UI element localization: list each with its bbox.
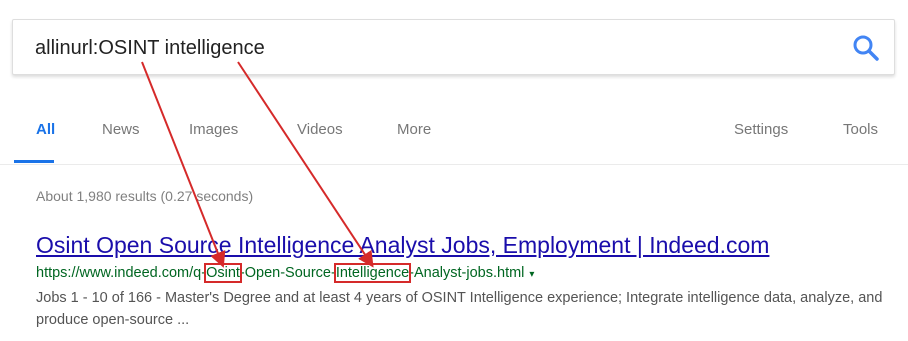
search-button[interactable]: [850, 32, 882, 64]
url-dropdown-arrow-icon[interactable]: ▾: [529, 269, 534, 280]
url-prefix: https://www.indeed.com/q-: [36, 265, 207, 281]
result-url: https://www.indeed.com/q-Osint-Open-Sour…: [36, 263, 534, 283]
tab-images[interactable]: Images: [189, 121, 238, 138]
result-snippet: Jobs 1 - 10 of 166 - Master's Degree and…: [36, 290, 883, 328]
tab-settings[interactable]: Settings: [734, 121, 788, 138]
tab-tools[interactable]: Tools: [843, 121, 878, 138]
tab-more[interactable]: More: [397, 121, 431, 138]
url-suffix: -Analyst-jobs.html: [409, 265, 525, 281]
url-middle: -Open-Source-: [239, 265, 336, 281]
result-title-link[interactable]: Osint Open Source Intelligence Analyst J…: [36, 232, 769, 259]
url-highlight-osint: Osint: [204, 263, 242, 283]
tab-all[interactable]: All: [36, 121, 55, 138]
active-tab-indicator: [14, 160, 54, 163]
search-tabs: All News Images Videos More Settings Too…: [0, 112, 908, 165]
search-icon: [853, 35, 879, 61]
tab-videos[interactable]: Videos: [297, 121, 343, 138]
url-highlight-intelligence: Intelligence: [333, 263, 412, 283]
search-input[interactable]: [35, 34, 815, 62]
tab-news[interactable]: News: [102, 121, 140, 138]
search-box: [12, 19, 895, 75]
result-stats: About 1,980 results (0.27 seconds): [36, 188, 254, 204]
